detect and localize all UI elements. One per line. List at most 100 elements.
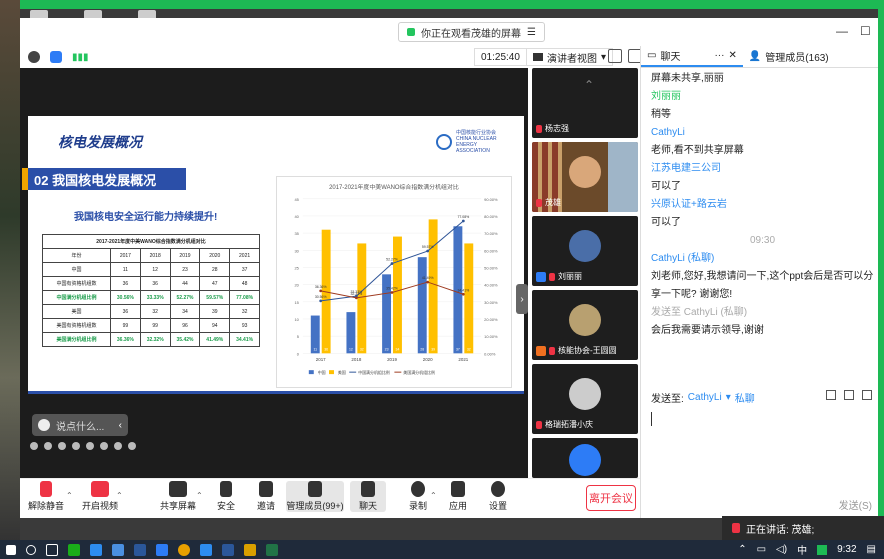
bar-value-label: 37 — [456, 347, 460, 351]
folder-icon[interactable] — [244, 543, 256, 556]
line-point — [390, 291, 394, 294]
search-icon[interactable] — [26, 544, 36, 555]
clock[interactable]: 9:32 — [837, 544, 856, 555]
participant-name: 格瑞拓潘小庆 — [545, 420, 593, 429]
share-banner[interactable]: 你正在观看茂雄的屏幕 ☰ — [398, 22, 545, 42]
app-icon[interactable] — [90, 543, 102, 556]
close-icon[interactable]: ✕ — [728, 50, 736, 61]
participant-tile-active[interactable]: 茂雄 — [532, 142, 638, 212]
say-something-box[interactable]: 说点什么... ‹ — [32, 414, 128, 436]
ime-indicator[interactable]: 中 — [797, 542, 807, 557]
y-tick-label: 20 — [294, 283, 299, 288]
members-button[interactable]: 管理成员(99+) — [286, 481, 344, 512]
info-icon[interactable] — [28, 51, 40, 63]
bar — [357, 243, 367, 354]
app-tray-icon[interactable] — [817, 544, 828, 555]
chat-sender: 刘丽丽 — [651, 91, 681, 102]
chevron-up-icon[interactable]: ⌃ — [116, 491, 123, 500]
invite-button[interactable]: 邀请 — [240, 481, 292, 512]
tab-members[interactable]: 👤 管理成员(163) — [743, 46, 835, 67]
chevron-down-icon[interactable]: ▾ — [726, 392, 731, 403]
tool-icon[interactable] — [30, 442, 38, 450]
unmute-label: 解除静音 — [27, 501, 64, 511]
tool-icon[interactable] — [114, 442, 122, 450]
tool-icon[interactable] — [44, 442, 52, 450]
app-icon[interactable] — [200, 543, 212, 556]
bar-value-label: 32 — [467, 347, 471, 351]
chevron-up-icon[interactable]: ⌃ — [66, 491, 73, 500]
settings-button[interactable]: 设置 — [472, 481, 524, 512]
tool-icon[interactable] — [58, 442, 66, 450]
file-icon[interactable] — [826, 390, 836, 400]
line-value-label: 32.32% — [350, 292, 362, 296]
notification-icon[interactable]: ▤ — [867, 544, 876, 555]
system-tray: ⌃ ▭ ◁) 中 9:32 ▤ — [738, 542, 876, 557]
chat-tabs: ▭ 聊天 ··· ✕ 👤 管理成员(163) — [641, 46, 878, 68]
line-point — [461, 219, 465, 223]
emoji-icon[interactable] — [38, 419, 50, 431]
y2-tick-label: 80.00% — [484, 214, 498, 219]
table-cell: 96 — [169, 318, 201, 333]
tab-chat[interactable]: ▭ 聊天 ··· ✕ — [641, 46, 743, 67]
chevron-up-icon[interactable]: ⌃ — [584, 78, 594, 92]
tool-icon[interactable] — [100, 442, 108, 450]
chevron-up-icon[interactable]: ⌃ — [738, 544, 746, 555]
y2-tick-label: 0.00% — [484, 351, 496, 356]
view-mode-button[interactable]: 演讲者视图 ▾ — [526, 48, 614, 66]
participant-name: 刘丽丽 — [558, 272, 582, 281]
bar-value-label: 32 — [360, 347, 364, 351]
word-icon[interactable] — [222, 543, 234, 556]
participant-tile[interactable]: 刘丽丽 — [532, 216, 638, 286]
tool-icon[interactable] — [72, 442, 80, 450]
table-caption: 2017-2021年度中美WANO综合指数满分机组对比 — [42, 234, 260, 249]
unmute-button[interactable]: 解除静音 — [20, 481, 72, 512]
participant-tile[interactable]: ⌃ 杨志强 — [532, 68, 638, 138]
wechat-icon[interactable] — [68, 543, 80, 556]
table-cell: 36 — [139, 276, 171, 291]
minimize-icon[interactable]: — — [836, 24, 848, 38]
line-point — [319, 289, 323, 293]
windows-start-icon[interactable] — [6, 544, 16, 555]
tool-icon[interactable] — [86, 442, 94, 450]
annotation-tools — [30, 442, 136, 450]
participant-face — [569, 156, 601, 188]
excel-icon[interactable] — [266, 543, 278, 556]
shield-icon[interactable] — [50, 51, 62, 63]
table-header-cell: 2017 — [110, 248, 141, 263]
record-icon — [411, 481, 425, 497]
send-button[interactable]: 发送(S) — [839, 497, 872, 512]
send-to-select[interactable]: CathyLi — [688, 392, 722, 403]
tool-icon[interactable] — [128, 442, 136, 450]
table-cell: 37 — [229, 262, 260, 277]
data-table: 2017-2021年度中美WANO综合指数满分机组对比 年份 2017 2018 201… — [42, 234, 260, 347]
fullscreen-icon[interactable] — [608, 49, 622, 63]
word-icon[interactable] — [134, 543, 146, 556]
collapse-panel-button[interactable]: › — [516, 284, 528, 314]
app-icon[interactable] — [112, 543, 124, 556]
task-view-icon[interactable] — [46, 543, 58, 556]
more-icon[interactable]: ··· — [714, 50, 724, 61]
chat-panel: ▭ 聊天 ··· ✕ 👤 管理成员(163) 屏幕未共享,丽丽 刘丽丽 稍等 C… — [640, 46, 878, 518]
signal-icon[interactable]: ▮▮▮ — [72, 52, 89, 63]
line-point — [426, 280, 430, 284]
chrome-icon[interactable] — [178, 543, 190, 556]
leave-meeting-button[interactable]: 离开会议 — [586, 485, 636, 511]
chat-sent-to: 发送至 CathyLi (私聊) — [651, 307, 748, 318]
participant-tile[interactable] — [532, 438, 638, 478]
chevron-left-icon[interactable]: ‹ — [119, 420, 122, 431]
menu-icon[interactable]: ☰ — [527, 27, 536, 38]
participant-tile[interactable]: 核能协会-王圆圆 — [532, 290, 638, 360]
time-divider: 09:30 — [749, 235, 776, 246]
say-placeholder: 说点什么... — [56, 421, 105, 433]
tab-chat-label: 聊天 — [660, 52, 681, 63]
chat-input[interactable] — [651, 412, 652, 426]
volume-icon[interactable]: ◁) — [776, 544, 787, 555]
zoom-icon[interactable] — [156, 543, 168, 556]
network-icon[interactable]: ▭ — [757, 544, 766, 555]
participant-tile[interactable]: 格瑞拓潘小庆 — [532, 364, 638, 434]
chat-button[interactable]: 聊天 — [350, 481, 386, 512]
chat-messages: 屏幕未共享,丽丽 刘丽丽 稍等 CathyLi 老师,看不到共享屏幕 江苏电建三… — [651, 70, 874, 340]
user-icon[interactable] — [862, 390, 872, 400]
screenshot-icon[interactable] — [844, 390, 854, 400]
maximize-icon[interactable]: ☐ — [860, 24, 871, 38]
